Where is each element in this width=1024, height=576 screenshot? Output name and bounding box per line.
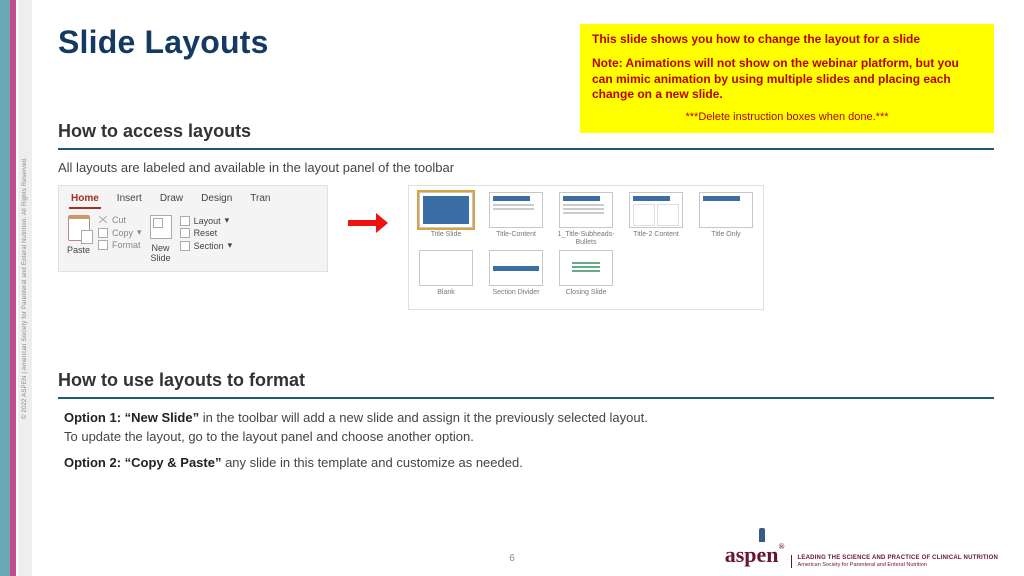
ribbon-screenshot: Home Insert Draw Design Tran Paste Cut C… [58,185,328,272]
gallery-row-1: Title Slide Title-Content 1_Title-Subhea… [417,192,755,246]
option-2: Option 2: “Copy & Paste” any slide in th… [64,454,994,472]
cut-label: Cut [112,215,126,225]
copy-label: Copy [112,228,133,238]
layout-thumb-closing-slide: Closing Slide [557,250,615,303]
new-slide-icon [150,215,172,239]
layout-gallery: Title Slide Title-Content 1_Title-Subhea… [408,185,764,310]
tab-home: Home [69,190,101,209]
instruction-line-1: This slide shows you how to change the l… [592,32,982,46]
layout-thumb-title-2content: Title-2 Content [627,192,685,246]
tab-design: Design [199,190,234,209]
ribbon-tabs: Home Insert Draw Design Tran [59,186,327,209]
layout-thumb-title-slide: Title Slide [417,192,475,246]
left-accent-bar-1 [0,0,10,576]
chevron-down-icon: ▾ [225,215,230,226]
layout-thumb-blank: Blank [417,250,475,303]
left-accent-bar-2 [10,0,16,576]
gallery-row-2: Blank Section Divider Closing Slide [417,250,755,303]
layout-label: Layout [194,216,221,226]
section-label: Section [194,241,224,251]
copy-icon [98,228,108,238]
layout-thumb-section-divider: Section Divider [487,250,545,303]
format-label: Format [112,240,141,250]
instruction-line-2: Note: Animations will not show on the we… [592,56,982,103]
option-2-rest: any slide in this template and customize… [221,455,522,470]
layout-thumb-title-content: Title-Content [487,192,545,246]
option-1-line2: To update the layout, go to the layout p… [64,429,474,444]
logo-tagline-1: LEADING THE SCIENCE AND PRACTICE OF CLIN… [798,555,998,561]
section-row: Section ▾ [180,240,233,251]
paste-label: Paste [67,245,90,255]
page-number: 6 [509,553,515,564]
section-use-layouts: How to use layouts to format Option 1: “… [58,370,994,472]
scissor-icon [98,215,108,225]
section-body-access: All layouts are labeled and available in… [58,160,994,175]
layout-row: Layout ▾ [180,215,233,226]
aspen-logo: aspen® LEADING THE SCIENCE AND PRACTICE … [725,542,998,568]
format-painter-icon [98,240,108,250]
slide: © 2022 ASPEN | American Society for Pare… [0,0,1024,576]
section-icon [180,241,190,251]
cut-row: Cut [98,215,142,225]
tab-insert: Insert [115,190,144,209]
layout-icon [180,216,190,226]
logo-tagline-2: American Society for Parenteral and Ente… [798,562,998,568]
option-1-rest: in the toolbar will add a new slide and … [199,410,648,425]
logo-tagline: LEADING THE SCIENCE AND PRACTICE OF CLIN… [791,555,998,568]
logo-wordmark: aspen® [725,542,785,568]
newslide-group: New Slide [150,215,172,263]
instruction-box: This slide shows you how to change the l… [580,24,994,133]
section-heading-use: How to use layouts to format [58,370,994,391]
reset-label: Reset [194,228,218,238]
option-1: Option 1: “New Slide” in the toolbar wil… [64,409,994,445]
copy-row: Copy ▾ [98,227,142,238]
reset-row: Reset [180,228,233,238]
layout-thumb-subheads-bullets: 1_Title-Subheads-Bullets [557,192,615,246]
reset-icon [180,228,190,238]
format-row: Format [98,240,142,250]
newslide-label: New Slide [151,243,171,263]
chevron-down-icon: ▾ [137,227,142,238]
section-rule-2 [58,397,994,399]
instruction-line-3: ***Delete instruction boxes when done.**… [592,111,982,123]
content-area: Slide Layouts This slide shows you how t… [58,24,994,536]
section-rule-1 [58,148,994,150]
copyright-strip: © 2022 ASPEN | American Society for Pare… [18,0,32,576]
clipboard-subgroup: Cut Copy ▾ Format [98,215,142,263]
registered-mark: ® [779,542,785,551]
illustration-row: Home Insert Draw Design Tran Paste Cut C… [58,185,994,310]
option-2-bold: Option 2: “Copy & Paste” [64,455,221,470]
paste-icon [68,215,90,241]
red-arrow-icon [348,213,388,233]
chevron-down-icon: ▾ [228,240,233,251]
option-1-bold: Option 1: “New Slide” [64,410,199,425]
layout-subgroup: Layout ▾ Reset Section ▾ [180,215,233,263]
layout-thumb-title-only: Title Only [697,192,755,246]
tab-draw: Draw [158,190,185,209]
copyright-text: © 2022 ASPEN | American Society for Pare… [22,157,28,419]
tab-transitions: Tran [248,190,272,209]
paste-group: Paste [67,215,90,263]
ribbon-body: Paste Cut Copy ▾ Format New Slide Layout… [59,209,327,271]
